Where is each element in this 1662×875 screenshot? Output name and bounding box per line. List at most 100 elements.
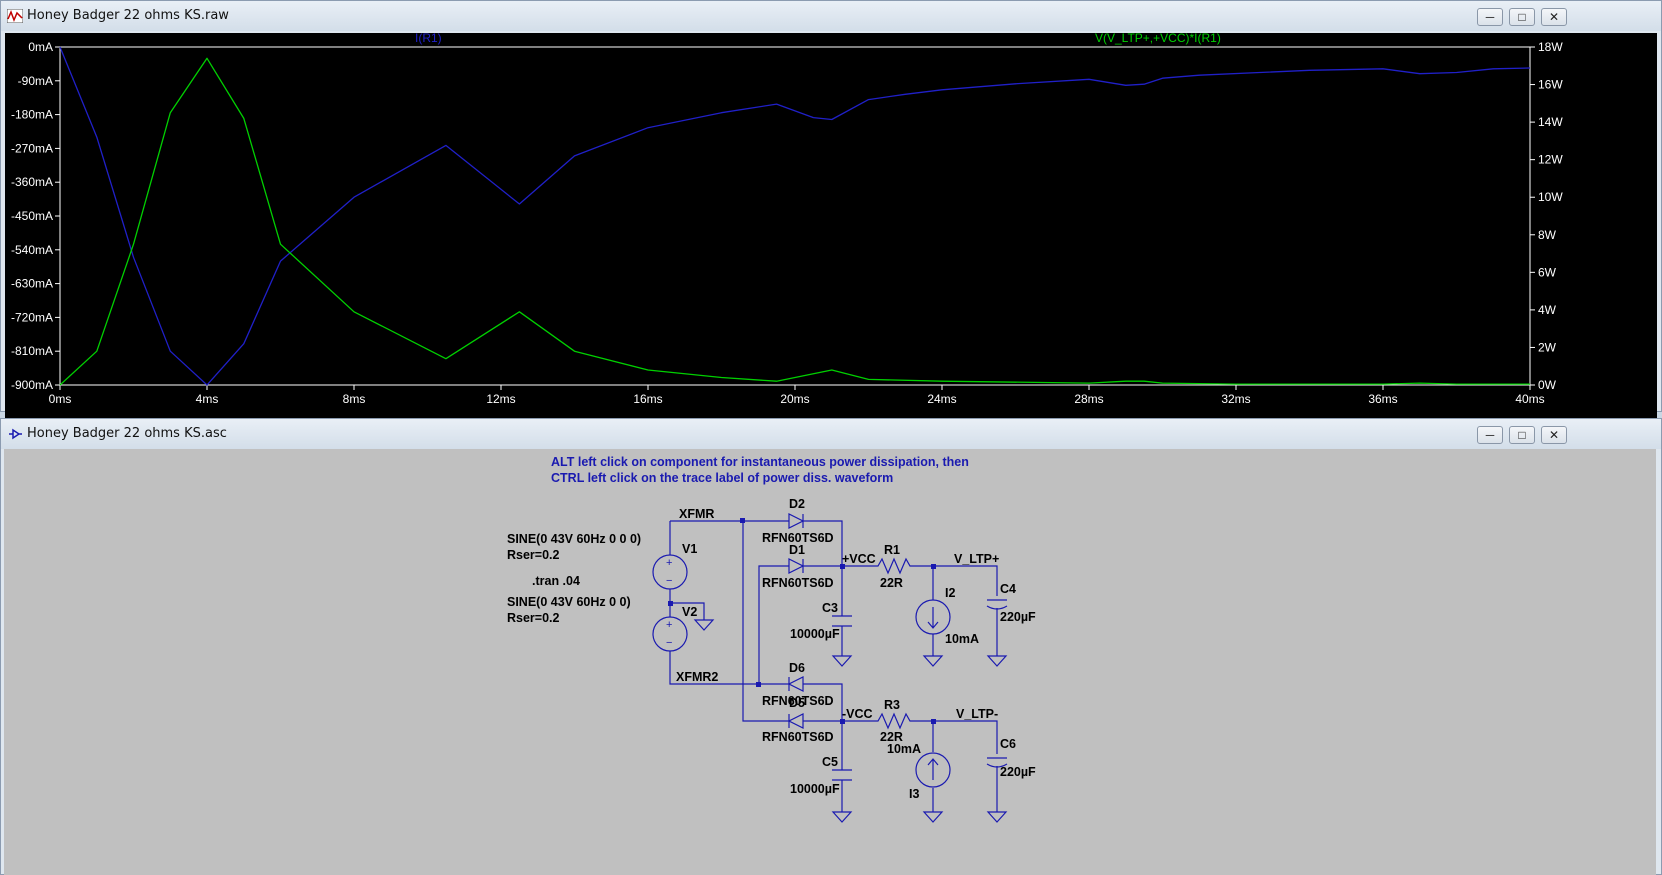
v1-plus: +: [666, 557, 672, 569]
waveform-plot-area[interactable]: 0mA -90mA -180mA -270mA -360mA -450mA -540mA -6…: [5, 31, 1657, 433]
waveform-chart[interactable]: 0mA -90mA -180mA -270mA -360mA -450mA -540mA -6…: [5, 31, 1657, 411]
plot-frame: [59, 46, 1531, 386]
schematic-maximize-button[interactable]: □: [1509, 426, 1535, 444]
chart-traces: [59, 46, 1531, 386]
y-left-tick-label: -810mA: [11, 344, 53, 358]
c6-label[interactable]: C6: [1000, 737, 1016, 751]
d6-label[interactable]: D6: [789, 661, 805, 675]
tran-directive[interactable]: .tran .04: [532, 574, 580, 588]
d5-label[interactable]: D5: [789, 696, 805, 710]
y-left-tick-label: -270mA: [11, 141, 53, 155]
y-left-tick-label: -630mA: [11, 277, 53, 291]
y-right-tick-label: 2W: [1538, 340, 1557, 354]
x-tick-label: 24ms: [927, 392, 956, 406]
i2-value[interactable]: 10mA: [945, 632, 979, 646]
r3-label[interactable]: R3: [884, 698, 900, 712]
schematic-drawing[interactable]: + − + − ALT left click on component for …: [4, 449, 1656, 875]
y-left-tick-label: -180mA: [11, 108, 53, 122]
c4-label[interactable]: C4: [1000, 582, 1016, 596]
c3-label[interactable]: C3: [822, 601, 838, 615]
waveform-close-button[interactable]: ✕: [1541, 8, 1567, 26]
trace-current-r1[interactable]: [59, 46, 1531, 386]
d2-label[interactable]: D2: [789, 497, 805, 511]
note-line-1: ALT left click on component for instanta…: [551, 455, 969, 469]
y-right-tick-label: 10W: [1538, 190, 1563, 204]
i2-label[interactable]: I2: [945, 586, 955, 600]
x-tick-label: 16ms: [633, 392, 662, 406]
schematic-app-icon: [9, 428, 22, 440]
y-right-tick-label: 14W: [1538, 115, 1563, 129]
schematic-canvas[interactable]: + − + − ALT left click on component for …: [4, 449, 1656, 875]
y-right-tick-label: 16W: [1538, 78, 1563, 92]
y-right-tick-label: 6W: [1538, 265, 1557, 279]
y-left-tick-label: -720mA: [11, 310, 53, 324]
d1-label[interactable]: D1: [789, 543, 805, 557]
y-left-tick-label: -90mA: [18, 74, 53, 88]
net-xfmr[interactable]: XFMR: [679, 507, 714, 521]
x-tick-label: 0ms: [49, 392, 72, 406]
x-tick-label: 12ms: [486, 392, 515, 406]
waveform-window: Honey Badger 22 ohms KS.raw ─ □ ✕ 0mA -90…: [0, 0, 1662, 433]
schematic-labels: ALT left click on component for instanta…: [507, 455, 1036, 801]
series-label-current[interactable]: I(R1): [415, 31, 442, 45]
v2-plus: +: [666, 619, 672, 631]
x-tick-label: 8ms: [343, 392, 366, 406]
maximize-icon: □: [1518, 10, 1526, 24]
v2-minus: −: [666, 637, 672, 649]
y-left-tick-label: 0mA: [28, 40, 53, 54]
c4-value[interactable]: 220µF: [1000, 610, 1036, 624]
minimize-icon: ─: [1485, 428, 1495, 442]
net-vltp-minus[interactable]: V_LTP-: [956, 707, 998, 721]
v2-spec[interactable]: SINE(0 43V 60Hz 0 0): [507, 595, 631, 609]
schematic-close-button[interactable]: ✕: [1541, 426, 1567, 444]
waveform-minimize-button[interactable]: ─: [1477, 8, 1503, 26]
trace-power-r1[interactable]: [59, 57, 1530, 386]
d1-model[interactable]: RFN60TS6D: [762, 576, 834, 590]
schematic-titlebar[interactable]: Honey Badger 22 ohms KS.asc ─ □ ✕: [1, 419, 1661, 449]
x-tick-label: 40ms: [1515, 392, 1544, 406]
y-right-tick-label: 18W: [1538, 40, 1563, 54]
v2-rser[interactable]: Rser=0.2: [507, 611, 560, 625]
chart-axes: 0mA -90mA -180mA -270mA -360mA -450mA -540mA -6…: [11, 40, 1563, 406]
v1-spec[interactable]: SINE(0 43V 60Hz 0 0 0): [507, 532, 641, 546]
waveform-maximize-button[interactable]: □: [1509, 8, 1535, 26]
v2-label[interactable]: V2: [682, 605, 697, 619]
net-nvcc[interactable]: -VCC: [842, 707, 873, 721]
y-right-tick-label: 0W: [1538, 378, 1557, 392]
net-xfmr2[interactable]: XFMR2: [676, 670, 718, 684]
waveform-app-icon: [7, 9, 23, 23]
net-vltp-plus[interactable]: V_LTP+: [954, 552, 999, 566]
minimize-icon: ─: [1485, 10, 1495, 24]
waveform-titlebar[interactable]: Honey Badger 22 ohms KS.raw ─ □ ✕: [1, 1, 1661, 31]
series-label-power[interactable]: V(V_LTP+,+VCC)*I(R1): [1095, 31, 1221, 45]
x-tick-label: 4ms: [196, 392, 219, 406]
r1-value[interactable]: 22R: [880, 576, 903, 590]
c3-value[interactable]: 10000µF: [790, 627, 840, 641]
v1-label[interactable]: V1: [682, 542, 697, 556]
close-icon: ✕: [1548, 10, 1560, 24]
x-tick-label: 36ms: [1368, 392, 1397, 406]
v1-rser[interactable]: Rser=0.2: [507, 548, 560, 562]
y-right-tick-label: 12W: [1538, 153, 1563, 167]
i3-value[interactable]: 10mA: [887, 742, 921, 756]
waveform-window-title: Honey Badger 22 ohms KS.raw: [27, 8, 229, 23]
y-left-tick-label: -900mA: [11, 378, 53, 392]
v1-minus: −: [666, 575, 672, 587]
y-right-tick-label: 8W: [1538, 228, 1557, 242]
note-line-2: CTRL left click on the trace label of po…: [551, 471, 893, 485]
c5-value[interactable]: 10000µF: [790, 782, 840, 796]
y-left-tick-label: -450mA: [11, 209, 53, 223]
x-tick-label: 20ms: [780, 392, 809, 406]
y-right-tick-label: 4W: [1538, 303, 1557, 317]
close-icon: ✕: [1548, 428, 1560, 442]
schematic-window-title: Honey Badger 22 ohms KS.asc: [27, 426, 227, 441]
schematic-minimize-button[interactable]: ─: [1477, 426, 1503, 444]
c6-value[interactable]: 220µF: [1000, 765, 1036, 779]
y-left-tick-label: -360mA: [11, 175, 53, 189]
d5-model[interactable]: RFN60TS6D: [762, 730, 834, 744]
i3-label[interactable]: I3: [909, 787, 919, 801]
net-pvcc[interactable]: +VCC: [842, 552, 876, 566]
maximize-icon: □: [1518, 428, 1526, 442]
r1-label[interactable]: R1: [884, 543, 900, 557]
c5-label[interactable]: C5: [822, 755, 838, 769]
